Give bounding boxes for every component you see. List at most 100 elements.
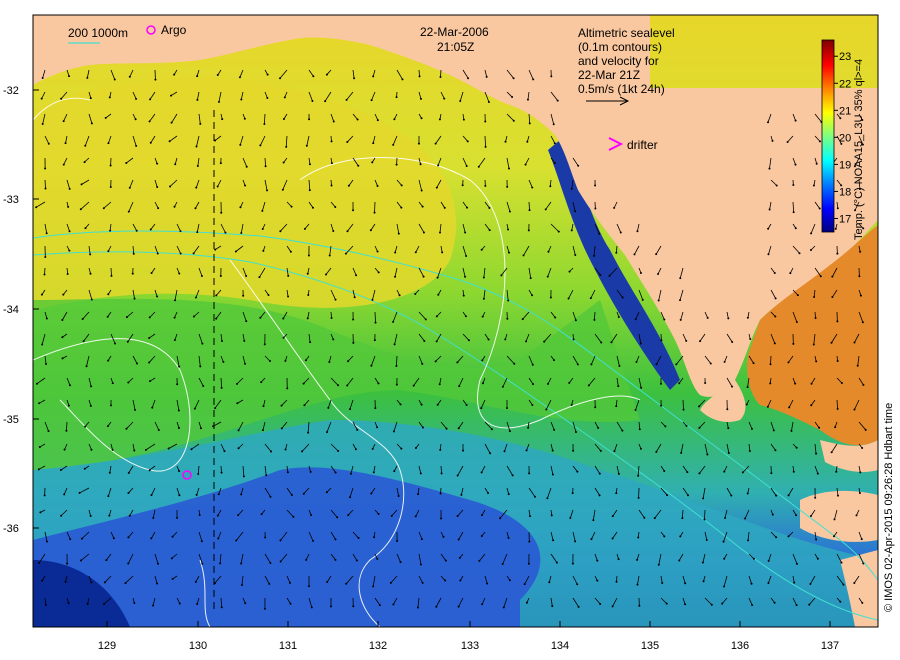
velocity-arrow-head: [504, 338, 507, 341]
velocity-arrow-head: [156, 252, 159, 255]
velocity-arrow-head: [480, 514, 483, 517]
velocity-arrow-head: [220, 471, 223, 474]
velocity-arrow-head: [113, 78, 116, 81]
velocity-arrow-head: [557, 230, 560, 233]
velocity-arrow-head: [173, 73, 176, 76]
velocity-arrow-head: [308, 118, 311, 121]
velocity-arrow-head: [792, 184, 795, 187]
velocity-arrow-head: [268, 359, 271, 362]
velocity-arrow-head: [258, 276, 261, 279]
velocity-arrow-head: [237, 447, 240, 450]
velocity-arrow-head: [324, 100, 327, 103]
velocity-arrow-head: [196, 231, 199, 234]
velocity-arrow-head: [334, 298, 337, 301]
velocity-arrow-head: [376, 184, 379, 187]
velocity-arrow-head: [173, 316, 176, 319]
velocity-arrow-head: [400, 206, 403, 209]
velocity-arrow-head: [819, 275, 822, 278]
velocity-arrow-head: [598, 472, 601, 475]
velocity-arrow-head: [393, 118, 396, 121]
velocity-arrow-head: [772, 429, 775, 432]
velocity-arrow-head: [355, 559, 358, 562]
lon-tick-label: 130: [189, 640, 207, 652]
velocity-arrow-head: [394, 251, 397, 254]
velocity-arrow-head: [148, 337, 151, 340]
velocity-arrow-head: [334, 205, 337, 208]
velocity-arrow-head: [243, 339, 246, 342]
velocity-arrow-head: [551, 605, 554, 608]
velocity-arrow-head: [792, 470, 795, 473]
velocity-arrow-head: [345, 582, 348, 585]
velocity-arrow-head: [554, 316, 557, 319]
velocity-arrow-head: [41, 343, 44, 346]
velocity-arrow-head: [698, 472, 701, 475]
velocity-arrow-head: [307, 585, 310, 588]
velocity-arrow-head: [127, 536, 130, 539]
lon-tick-label: 135: [641, 640, 659, 652]
velocity-arrow-head: [174, 299, 177, 302]
velocity-arrow-head: [593, 318, 596, 321]
velocity-arrow-head: [461, 184, 464, 187]
velocity-arrow-head: [131, 272, 134, 275]
velocity-arrow-head: [444, 559, 447, 562]
velocity-arrow-head: [106, 315, 109, 318]
velocity-arrow-head: [284, 359, 287, 362]
velocity-arrow-head: [637, 474, 640, 477]
lon-tick-label: 131: [279, 640, 297, 652]
velocity-arrow-head: [462, 118, 465, 121]
velocity-arrow-head: [789, 272, 792, 275]
velocity-arrow-head: [787, 361, 790, 364]
velocity-arrow-head: [657, 272, 660, 275]
altimetry-note-line4: 22-Mar 21Z: [578, 68, 640, 82]
velocity-arrow-head: [660, 339, 663, 342]
velocity-arrow-head: [464, 231, 467, 234]
velocity-arrow-head: [611, 515, 614, 518]
velocity-arrow-head: [353, 296, 356, 299]
velocity-arrow-head: [265, 474, 268, 477]
velocity-arrow-head: [576, 583, 579, 586]
velocity-arrow-head: [572, 338, 575, 341]
velocity-arrow-head: [374, 407, 377, 410]
velocity-arrow-head: [533, 495, 536, 498]
velocity-arrow-head: [549, 296, 552, 299]
velocity-arrow-head: [45, 362, 48, 365]
velocity-arrow-head: [395, 383, 398, 386]
velocity-arrow-head: [41, 77, 44, 80]
velocity-arrow-head: [44, 187, 47, 190]
velocity-arrow-head: [68, 230, 71, 233]
velocity-arrow-head: [373, 211, 376, 214]
velocity-arrow-head: [290, 205, 293, 208]
velocity-arrow-head: [531, 294, 534, 297]
velocity-arrow-head: [198, 514, 201, 517]
velocity-arrow-head: [569, 517, 572, 520]
velocity-arrow: [440, 69, 442, 77]
velocity-arrow-head: [221, 118, 224, 121]
velocity-arrow-head: [195, 493, 198, 496]
velocity-arrow-head: [615, 580, 618, 583]
velocity-arrow-head: [283, 96, 286, 99]
velocity-arrow-head: [489, 452, 492, 455]
velocity-arrow-head: [856, 364, 859, 367]
velocity-arrow-head: [507, 537, 510, 540]
velocity-arrow-head: [223, 450, 226, 453]
velocity-arrow-head: [308, 163, 311, 166]
velocity-arrow-head: [357, 537, 360, 540]
velocity-arrow-head: [862, 383, 865, 386]
velocity-arrow-head: [243, 117, 246, 120]
velocity-arrow-head: [240, 493, 243, 496]
velocity-arrow-head: [330, 605, 333, 608]
velocity-arrow-head: [528, 472, 531, 475]
velocity-arrow-head: [687, 494, 690, 497]
velocity-arrow-head: [527, 562, 530, 565]
velocity-arrow-head: [434, 142, 437, 145]
velocity-arrow-head: [288, 581, 291, 584]
velocity-arrow-head: [151, 406, 154, 409]
velocity-arrow-head: [528, 122, 531, 125]
velocity-arrow-head: [590, 538, 593, 541]
velocity-arrow-head: [484, 184, 487, 187]
velocity-arrow-head: [62, 163, 65, 166]
velocity-arrow-head: [112, 537, 115, 540]
velocity-arrow-head: [135, 144, 138, 147]
velocity-arrow-head: [506, 185, 509, 188]
velocity-arrow-head: [749, 337, 752, 340]
